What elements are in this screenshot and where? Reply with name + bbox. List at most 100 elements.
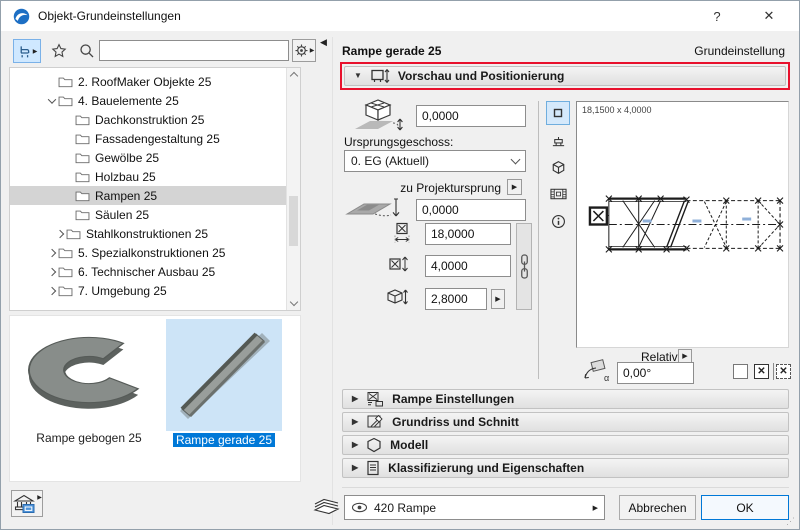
tree-item[interactable]: Gewölbe 25	[10, 148, 300, 167]
section-collapsed-icon[interactable]: ▶	[352, 395, 358, 403]
tree-item[interactable]: Fassadengestaltung 25	[10, 129, 300, 148]
section-preview-positioning[interactable]: ▼ Vorschau und Positionierung	[344, 66, 786, 86]
top-elevation-icon	[351, 97, 405, 137]
thumbnail-label: Rampe gebogen 25	[16, 431, 162, 445]
scroll-down-icon[interactable]	[290, 298, 298, 306]
section-collapsed-icon[interactable]: ▶	[352, 464, 358, 472]
search-button[interactable]	[75, 40, 99, 62]
front-view-icon	[551, 133, 566, 148]
chevron-right-icon[interactable]	[48, 267, 56, 275]
load-library-parts-button[interactable]: ▶	[11, 490, 43, 517]
ramp-plan-drawing	[577, 102, 788, 347]
model-cube-icon	[366, 437, 382, 453]
link-dimensions-button[interactable]	[516, 223, 532, 310]
film-icon	[550, 187, 567, 201]
tree-item[interactable]: Säulen 25	[10, 205, 300, 224]
chevron-right-icon[interactable]	[48, 286, 56, 294]
resize-grip[interactable]: ⋰	[786, 516, 796, 527]
section-collapsed-icon[interactable]: ▶	[352, 418, 358, 426]
thumbnail-straight-ramp-selected[interactable]	[166, 319, 282, 431]
tree-item[interactable]: 5. Spezialkonstruktionen 25	[10, 243, 300, 262]
search-input[interactable]	[99, 40, 289, 61]
section-classification-properties[interactable]: ▶ Klassifizierung und Eigenschaften	[342, 458, 789, 478]
tree-item[interactable]: 4. Bauelemente 25	[10, 91, 300, 110]
toggle-divider	[773, 363, 774, 380]
tree-scrollbar[interactable]	[286, 68, 300, 310]
ok-button[interactable]: OK	[701, 495, 789, 520]
section-expanded-icon[interactable]: ▼	[354, 72, 362, 80]
preview-window[interactable]: 18,1500 x 4,0000	[576, 101, 789, 348]
section-title: Modell	[390, 438, 428, 452]
to-project-origin-flyout-button[interactable]: ▶	[507, 179, 522, 195]
width-icon	[389, 255, 409, 273]
section-floorplan-section[interactable]: ▶ Grundriss und Schnitt	[342, 412, 789, 432]
help-button[interactable]: ?	[695, 1, 739, 31]
flyout-arrow-icon: ▶	[310, 47, 315, 54]
svg-text:α: α	[604, 373, 609, 383]
close-button[interactable]: ✕	[747, 1, 791, 31]
relativ-flyout-button[interactable]: ▶	[678, 349, 692, 363]
mode-label: Grundeinstellung	[694, 44, 785, 58]
x-icon: ✕	[779, 367, 787, 377]
section-title: Vorschau und Positionierung	[398, 69, 564, 83]
length-input[interactable]	[425, 223, 511, 245]
hotspot-toggle-none[interactable]	[733, 364, 748, 379]
footer-divider	[342, 487, 789, 488]
object-settings-dialog: Objekt-Grundeinstellungen ? ✕ ▶ ▶ ◀ 2. R…	[0, 0, 800, 530]
folder-view-button[interactable]: ▶	[13, 39, 41, 63]
chain-icon	[519, 253, 530, 280]
view-front-button[interactable]	[546, 128, 570, 152]
gear-icon	[294, 43, 309, 58]
rotation-angle-input[interactable]	[617, 362, 694, 384]
rotation-angle-icon: α	[579, 357, 613, 384]
view-movie-button[interactable]	[546, 182, 570, 206]
settings-menu-button[interactable]: ▶	[292, 39, 316, 62]
section-ramp-settings[interactable]: ▶ Rampe Einstellungen	[342, 389, 789, 409]
tree-item[interactable]: 7. Umgebung 25	[10, 281, 300, 300]
scrollbar-thumb[interactable]	[289, 196, 298, 246]
origin-story-label: Ursprungsgeschoss:	[344, 135, 453, 149]
thumbnail-label-wrap: Rampe gerade 25	[166, 433, 282, 447]
origin-story-select[interactable]: 0. EG (Aktuell)	[344, 150, 526, 172]
curved-ramp-image	[19, 322, 159, 424]
height-icon	[385, 287, 408, 307]
view-3d-button[interactable]	[546, 155, 570, 179]
window-title: Objekt-Grundeinstellungen	[38, 9, 181, 23]
tree-item[interactable]: 2. RoofMaker Objekte 25	[10, 72, 300, 91]
title-bar[interactable]: Objekt-Grundeinstellungen	[1, 1, 799, 31]
flyout-arrow-icon: ▶	[33, 48, 38, 55]
section-model[interactable]: ▶ Modell	[342, 435, 789, 455]
layers-icon	[313, 497, 340, 517]
column-divider	[538, 101, 539, 379]
height-input[interactable]	[425, 288, 487, 310]
base-height-icon	[345, 195, 403, 223]
view-2d-symbol-button[interactable]	[546, 101, 570, 125]
collapse-panel-arrow[interactable]: ◀	[320, 37, 327, 48]
panel-divider	[332, 37, 333, 525]
hotspot-toggle-dashed[interactable]: ✕	[776, 364, 791, 379]
favorites-button[interactable]	[47, 40, 71, 62]
chevron-down-icon	[511, 155, 521, 165]
view-info-button[interactable]	[546, 209, 570, 233]
hotspot-toggle-solid[interactable]: ✕	[754, 364, 769, 379]
scroll-up-icon[interactable]	[290, 72, 298, 80]
tree-item[interactable]: Stahlkonstruktionen 25	[10, 224, 300, 243]
tree-item-selected[interactable]: Rampen 25	[10, 186, 300, 205]
tree-item[interactable]: Dachkonstruktion 25	[10, 110, 300, 129]
width-input[interactable]	[425, 255, 511, 277]
thumbnail-curved-ramp[interactable]: Rampe gebogen 25	[16, 320, 162, 444]
square-2d-icon	[551, 106, 565, 120]
height-flyout-button[interactable]: ▶	[491, 289, 505, 309]
tree-item[interactable]: Holzbau 25	[10, 167, 300, 186]
base-height-input[interactable]	[416, 199, 526, 221]
chevron-right-icon[interactable]	[48, 248, 56, 256]
top-elevation-input[interactable]	[416, 105, 526, 127]
cancel-button[interactable]: Abbrechen	[619, 495, 696, 520]
chevron-down-icon[interactable]	[48, 95, 56, 103]
layer-select[interactable]: 420 Rampe ▶	[344, 495, 605, 520]
tree-item[interactable]: 6. Technischer Ausbau 25	[10, 262, 300, 281]
chevron-right-icon[interactable]	[56, 229, 64, 237]
object-preview-list: Rampe gebogen 25 Rampe gerade 25	[9, 315, 301, 482]
section-collapsed-icon[interactable]: ▶	[352, 441, 358, 449]
eye-icon	[351, 502, 368, 513]
